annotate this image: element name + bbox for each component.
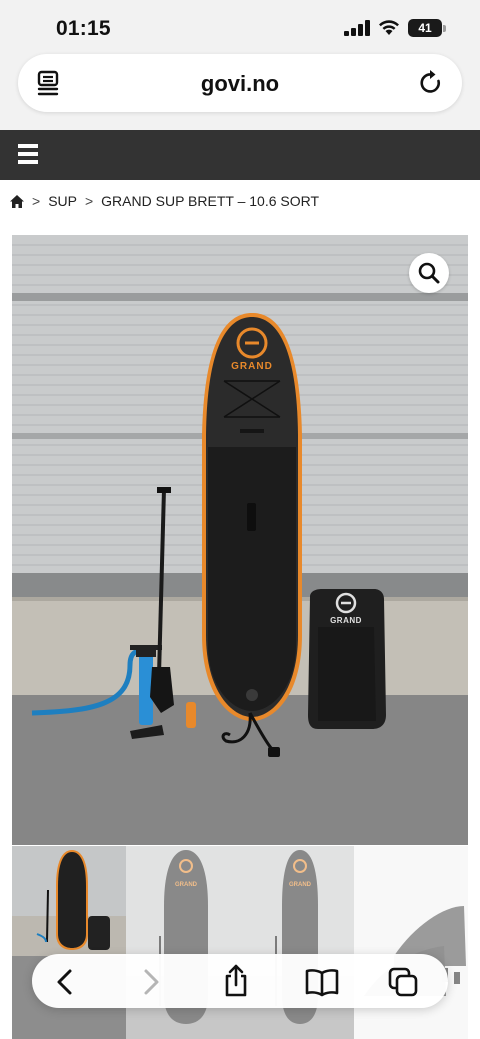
hamburger-icon[interactable] [18,144,38,164]
battery-cap [443,25,446,32]
home-icon[interactable] [10,194,24,208]
thumbnail-brand-text: GRAND [175,882,198,888]
browser-address-area: govi.no [0,54,480,130]
board-brand-text: GRAND [231,361,273,372]
battery-icon: 41 [408,19,442,37]
breadcrumb: > SUP > GRAND SUP BRETT – 10.6 SORT [0,180,480,222]
tabs-icon[interactable] [388,967,418,997]
address-bar[interactable]: govi.no [18,54,462,112]
product-image[interactable]: GRAND GRAND [12,235,468,845]
magnifier-icon[interactable] [409,253,449,293]
forward-icon[interactable] [136,967,166,997]
signal-icon [344,20,370,36]
breadcrumb-separator: > [84,193,94,209]
thumbnail-3[interactable]: GRAND [240,846,354,1039]
thumbnail-strip: GRAND GRAND [12,846,468,1039]
breadcrumb-item-product: GRAND SUP BRETT – 10.6 SORT [101,193,320,209]
zoom-button[interactable] [409,253,449,293]
share-icon[interactable] [221,964,251,998]
bag-brand-text: GRAND [330,616,362,625]
thumbnail-1[interactable] [12,846,126,1039]
reload-icon[interactable] [418,69,444,97]
thumbnail-brand-text: GRAND [289,882,312,888]
site-navbar [0,130,480,180]
browser-toolbar [32,954,448,1008]
back-icon[interactable] [50,967,80,997]
product-photo: GRAND GRAND [12,235,468,845]
status-time: 01:15 [56,17,111,40]
thumbnail-4[interactable] [354,846,468,1039]
status-bar: 01:15 41 [0,0,480,54]
url-domain[interactable]: govi.no [18,71,462,97]
wifi-icon [379,20,399,35]
breadcrumb-item-sup[interactable]: SUP [48,193,77,209]
thumbnail-2[interactable]: GRAND [126,846,240,1039]
battery-level: 41 [418,21,432,35]
breadcrumb-separator: > [32,193,41,209]
bookmarks-icon[interactable] [304,967,340,997]
